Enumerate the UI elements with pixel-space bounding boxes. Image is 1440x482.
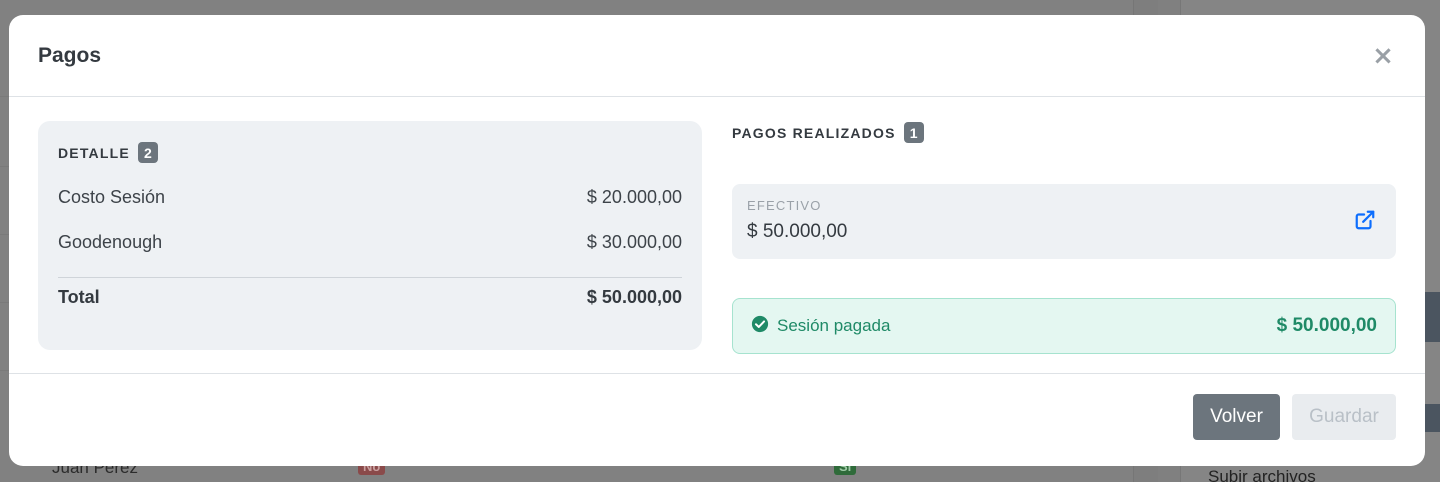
paid-status: Sesión pagada xyxy=(751,315,890,338)
detail-label: DETALLE xyxy=(58,144,130,161)
save-button[interactable]: Guardar xyxy=(1292,394,1396,440)
detail-total-label: Total xyxy=(58,287,100,307)
payment-amount: $ 50.000,00 xyxy=(747,221,848,242)
detail-card: DETALLE 2 Costo Sesión $ 20.000,00 Goode… xyxy=(38,121,702,350)
close-button[interactable]: × xyxy=(1371,40,1395,71)
back-button[interactable]: Volver xyxy=(1193,394,1280,440)
modal-header: Pagos × xyxy=(9,15,1425,97)
paid-status-alert: Sesión pagada $ 50.000,00 xyxy=(732,298,1396,354)
detail-total-amount: $ 50.000,00 xyxy=(586,287,682,307)
paid-amount: $ 50.000,00 xyxy=(1276,315,1377,336)
detail-total-row: Total $ 50.000,00 xyxy=(58,287,682,308)
payment-method: EFECTIVO xyxy=(747,198,822,213)
detail-item-amount: $ 20.000,00 xyxy=(586,187,682,207)
payments-heading: PAGOS REALIZADOS 1 xyxy=(732,122,924,143)
detail-item: Costo Sesión $ 20.000,00 xyxy=(58,187,682,208)
check-circle-icon xyxy=(751,315,769,338)
detail-item-label: Costo Sesión xyxy=(58,187,166,207)
detail-divider xyxy=(58,277,682,278)
close-icon: × xyxy=(1372,40,1394,71)
detail-heading: DETALLE 2 xyxy=(58,142,158,163)
detail-item-amount: $ 30.000,00 xyxy=(586,232,682,252)
modal-body: DETALLE 2 Costo Sesión $ 20.000,00 Goode… xyxy=(9,97,1425,374)
payments-count-badge: 1 xyxy=(903,122,924,143)
detail-item: Goodenough $ 30.000,00 xyxy=(58,232,682,253)
payment-item: EFECTIVO $ 50.000,00 xyxy=(732,184,1396,259)
payments-modal: Pagos × DETALLE 2 Costo Sesión $ 20.000,… xyxy=(9,15,1425,466)
external-link-icon[interactable] xyxy=(1354,209,1376,231)
payments-label: PAGOS REALIZADOS xyxy=(732,124,896,141)
detail-item-label: Goodenough xyxy=(58,232,163,252)
modal-footer: Volver Guardar xyxy=(9,374,1425,465)
detail-count-badge: 2 xyxy=(137,142,158,163)
payments-section: PAGOS REALIZADOS 1 EFECTIVO $ 50.000,00 xyxy=(732,121,1396,354)
modal-title: Pagos xyxy=(38,43,102,67)
paid-status-text: Sesión pagada xyxy=(777,316,891,335)
upload-files-link: Subir archivos xyxy=(1208,467,1316,482)
